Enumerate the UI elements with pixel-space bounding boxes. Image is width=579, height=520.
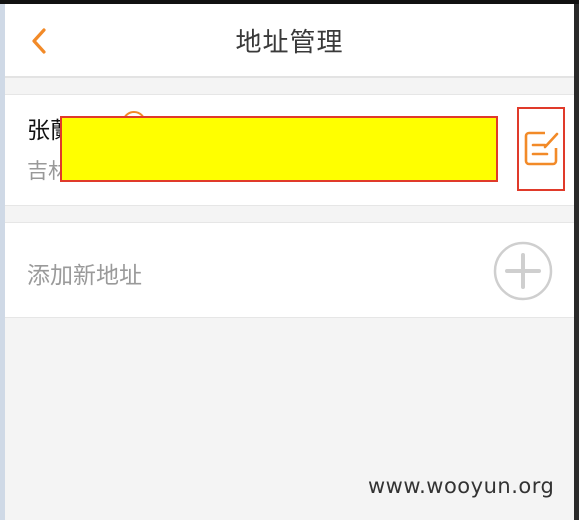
nav-header: 地址管理 (5, 4, 574, 78)
add-address-button[interactable] (493, 241, 553, 301)
add-address-row[interactable]: 添加新地址 (5, 222, 574, 318)
window-right-edge (574, 4, 579, 520)
page-title: 地址管理 (235, 28, 344, 58)
watermark-text: www.wooyun.org (368, 474, 555, 498)
app-screen: 地址管理 张蘭 吉林 添加新地址 (5, 4, 574, 520)
edit-icon (524, 131, 559, 166)
edit-address-button[interactable] (517, 107, 565, 191)
address-card[interactable]: 张蘭 吉林 (5, 94, 574, 206)
plus-circle-icon (493, 241, 553, 301)
redaction-overlay (60, 116, 498, 182)
add-address-label: 添加新地址 (27, 263, 142, 289)
